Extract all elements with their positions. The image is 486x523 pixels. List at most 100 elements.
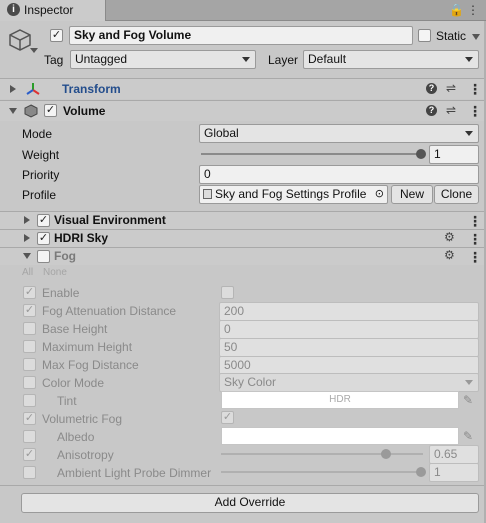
- ambient-probe-slider-thumb[interactable]: [416, 467, 426, 477]
- fog-header[interactable]: Fog ⚙ ⋮: [0, 247, 486, 265]
- hdri-sky-title: HDRI Sky: [54, 231, 109, 245]
- ambient-probe-slider-track[interactable]: [221, 471, 423, 473]
- tint-color-field[interactable]: HDR: [221, 391, 459, 409]
- transform-header[interactable]: Transform ? ⇌ ⋮: [0, 78, 486, 99]
- select-all-link[interactable]: All: [22, 267, 33, 278]
- max-distance-label: Max Fog Distance: [42, 358, 139, 372]
- clone-profile-button[interactable]: Clone: [434, 185, 479, 204]
- anisotropy-override-checkbox[interactable]: ✓: [23, 448, 36, 461]
- fog-checkbox[interactable]: [37, 250, 50, 263]
- albedo-color-field[interactable]: [221, 427, 459, 445]
- settings-cog-icon[interactable]: ⚙: [444, 248, 455, 262]
- ambient-probe-input[interactable]: 1: [429, 463, 479, 482]
- enable-value-checkbox[interactable]: [221, 286, 234, 299]
- preset-icon[interactable]: ⇌: [446, 81, 456, 95]
- max-height-input[interactable]: 50: [219, 338, 479, 357]
- anisotropy-label: Anisotropy: [57, 448, 114, 462]
- chevron-down-icon: [465, 380, 473, 385]
- color-mode-override-checkbox[interactable]: [23, 376, 36, 389]
- base-height-input[interactable]: 0: [219, 320, 479, 339]
- help-icon[interactable]: ?: [426, 105, 437, 116]
- select-none-link[interactable]: None: [43, 267, 67, 278]
- tint-label: Tint: [57, 394, 77, 408]
- color-mode-label: Color Mode: [42, 376, 105, 390]
- layer-dropdown[interactable]: Default: [303, 50, 479, 69]
- ambient-probe-label: Ambient Light Probe Dimmer: [57, 466, 212, 480]
- ambient-probe-override-checkbox[interactable]: [23, 466, 36, 479]
- gameobject-icon-dropdown[interactable]: [30, 48, 38, 53]
- weight-slider-track[interactable]: [201, 153, 423, 155]
- hdri-sky-header[interactable]: ✓ HDRI Sky ⚙ ⋮: [0, 229, 486, 247]
- chevron-down-icon: [465, 57, 473, 62]
- menu-icon[interactable]: ⋮: [467, 3, 482, 17]
- more-options-icon[interactable]: ⋮: [468, 214, 482, 228]
- static-dropdown-arrow[interactable]: [472, 34, 480, 40]
- add-override-button[interactable]: Add Override: [21, 493, 479, 513]
- transform-icon: [25, 81, 41, 97]
- hdri-sky-checkbox[interactable]: ✓: [37, 232, 50, 245]
- anisotropy-slider-track[interactable]: [221, 453, 423, 455]
- layer-value: Default: [308, 52, 347, 66]
- mode-dropdown[interactable]: Global: [199, 124, 479, 143]
- settings-cog-icon[interactable]: ⚙: [444, 230, 455, 244]
- albedo-label: Albedo: [57, 430, 95, 444]
- lock-icon[interactable]: 🔒: [449, 3, 467, 17]
- mode-value: Global: [204, 126, 239, 140]
- color-mode-dropdown[interactable]: Sky Color: [219, 373, 479, 392]
- base-height-override-checkbox[interactable]: [23, 322, 36, 335]
- attenuation-input[interactable]: 200: [219, 302, 479, 321]
- weight-input[interactable]: 1: [429, 145, 479, 164]
- priority-input[interactable]: 0: [199, 165, 479, 184]
- volume-header[interactable]: ✓ Volume ? ⇌ ⋮: [0, 100, 486, 121]
- eyedropper-icon[interactable]: ✎: [463, 429, 473, 443]
- anisotropy-input[interactable]: 0.65: [429, 445, 479, 464]
- foldout-arrow[interactable]: [10, 85, 16, 93]
- help-icon[interactable]: ?: [426, 83, 437, 94]
- tint-override-checkbox[interactable]: [23, 394, 36, 407]
- attenuation-override-checkbox[interactable]: ✓: [23, 304, 36, 317]
- layer-label: Layer: [268, 53, 299, 67]
- tab-bar: i Inspector 🔒⋮: [0, 0, 486, 21]
- attenuation-label: Fog Attenuation Distance: [42, 304, 177, 318]
- profile-value: Sky and Fog Settings Profile: [215, 187, 367, 201]
- profile-label: Profile: [22, 188, 57, 202]
- mode-label: Mode: [22, 127, 53, 141]
- visual-environment-checkbox[interactable]: ✓: [37, 214, 50, 227]
- gameobject-active-checkbox[interactable]: ✓: [50, 29, 63, 42]
- priority-label: Priority: [22, 168, 60, 182]
- tab-inspector[interactable]: i Inspector: [0, 0, 106, 21]
- volume-title: Volume: [63, 104, 106, 118]
- transform-title: Transform: [62, 82, 121, 96]
- eyedropper-icon[interactable]: ✎: [463, 393, 473, 407]
- weight-slider-thumb[interactable]: [416, 149, 426, 159]
- albedo-override-checkbox[interactable]: [23, 430, 36, 443]
- static-label: Static: [436, 29, 467, 43]
- static-checkbox[interactable]: [418, 29, 431, 42]
- new-profile-button[interactable]: New: [391, 185, 433, 204]
- anisotropy-slider-thumb[interactable]: [381, 449, 391, 459]
- foldout-arrow[interactable]: [23, 253, 31, 259]
- object-picker-icon[interactable]: ⊙: [375, 187, 384, 200]
- foldout-arrow[interactable]: [24, 216, 30, 224]
- gameobject-name-field[interactable]: Sky and Fog Volume: [69, 26, 413, 45]
- more-options-icon[interactable]: ⋮: [468, 232, 482, 246]
- tag-dropdown[interactable]: Untagged: [70, 50, 256, 69]
- volumetric-value-checkbox[interactable]: ✓: [221, 411, 234, 424]
- foldout-arrow[interactable]: [24, 234, 30, 242]
- volumetric-override-checkbox[interactable]: ✓: [23, 412, 36, 425]
- tab-label: Inspector: [24, 3, 74, 17]
- foldout-arrow[interactable]: [9, 108, 17, 114]
- max-height-override-checkbox[interactable]: [23, 340, 36, 353]
- asset-icon: [203, 189, 212, 199]
- more-options-icon[interactable]: ⋮: [468, 82, 482, 96]
- more-options-icon[interactable]: ⋮: [468, 104, 482, 118]
- volumetric-label: Volumetric Fog: [42, 412, 123, 426]
- gameobject-icon[interactable]: [8, 28, 32, 52]
- preset-icon[interactable]: ⇌: [446, 103, 456, 117]
- visual-environment-header[interactable]: ✓ Visual Environment ⋮: [0, 211, 486, 229]
- enable-override-checkbox[interactable]: ✓: [23, 286, 36, 299]
- volume-enabled-checkbox[interactable]: ✓: [44, 104, 57, 117]
- max-distance-override-checkbox[interactable]: [23, 358, 36, 371]
- more-options-icon[interactable]: ⋮: [468, 250, 482, 264]
- profile-field[interactable]: Sky and Fog Settings Profile ⊙: [199, 185, 388, 204]
